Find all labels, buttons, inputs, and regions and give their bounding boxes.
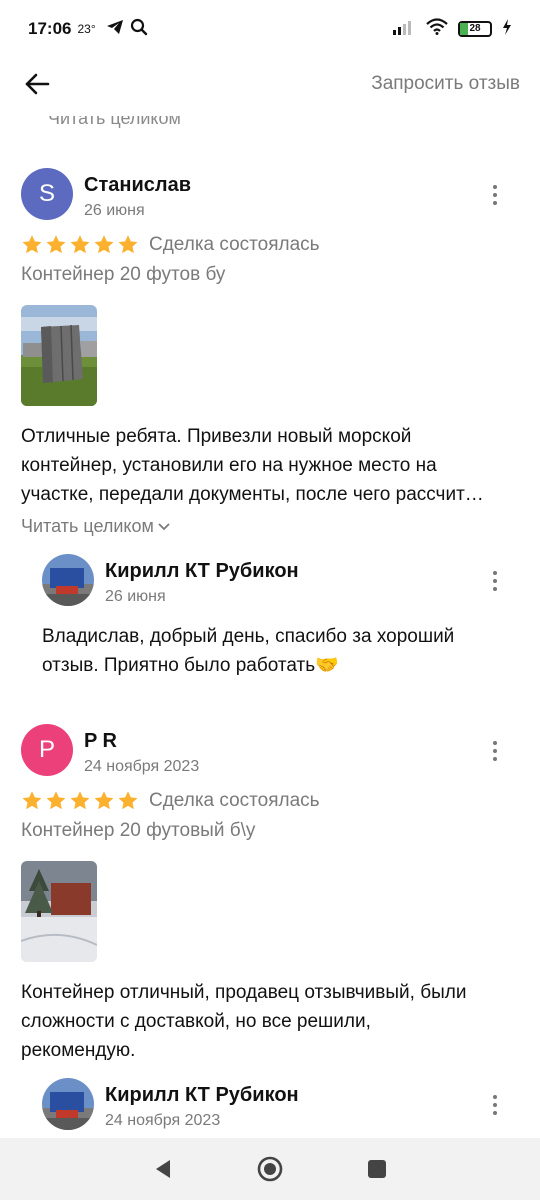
review-text-line: Отличные ребята. Привезли новый морской — [21, 426, 412, 447]
search-icon — [130, 18, 148, 41]
star-icon — [46, 235, 66, 254]
avatar[interactable]: S — [21, 168, 73, 220]
reply-author[interactable]: Кирилл КТ Рубикон — [105, 560, 299, 583]
star-icon — [70, 235, 90, 254]
avatar-letter: P — [38, 736, 55, 763]
reply-author[interactable]: Кирилл КТ Рубикон — [105, 1084, 299, 1107]
review-photo[interactable] — [21, 305, 97, 406]
read-more-link[interactable]: Читать целиком — [21, 516, 170, 537]
star-icon — [94, 235, 114, 254]
review-date: 26 июня — [84, 202, 145, 219]
star-icon — [22, 791, 42, 810]
review-text-line: участке, передали документы, после чего … — [21, 484, 484, 505]
star-rating — [21, 234, 139, 256]
status-right: 28 — [392, 18, 512, 40]
chevron-down-icon — [158, 522, 170, 530]
review-product: Контейнер 20 футов бу — [21, 264, 226, 285]
reviews-list[interactable]: Читать целиком S Станислав 26 июня Сделк… — [0, 110, 540, 1138]
charging-icon — [502, 18, 512, 40]
back-triangle-icon — [156, 1160, 171, 1178]
recents-square-icon — [367, 1160, 386, 1178]
reply-more-options-button[interactable] — [484, 568, 506, 594]
back-button[interactable] — [20, 67, 54, 101]
reply-text-line: Владислав, добрый день, спасибо за хорош… — [42, 626, 455, 647]
star-icon — [70, 791, 90, 810]
app-header: Запросить отзыв — [0, 58, 540, 110]
review-text-line: Контейнер отличный, продавец отзывчивый,… — [21, 982, 467, 1003]
rating-row: Сделка состоялась — [21, 790, 320, 812]
reply-avatar[interactable] — [42, 1078, 94, 1130]
review-text-line: рекомендую. — [21, 1040, 136, 1061]
reply-date: 24 ноября 2023 — [105, 1112, 221, 1129]
star-rating — [21, 790, 139, 812]
nav-recents-button[interactable] — [357, 1149, 397, 1189]
review-text-line: сложности с доставкой, но все решили, — [21, 1011, 371, 1032]
review-product: Контейнер 20 футовый б\у — [21, 820, 256, 841]
review-photo[interactable] — [21, 861, 97, 962]
home-circle-icon — [257, 1156, 283, 1182]
telegram-icon — [106, 19, 124, 40]
status-left: 17:06 23° — [28, 18, 148, 41]
star-icon — [94, 791, 114, 810]
arrow-left-icon — [25, 73, 50, 95]
rating-row: Сделка состоялась — [21, 234, 320, 256]
reply-text: Владислав, добрый день, спасибо за хорош… — [42, 622, 522, 680]
battery-level: 28 — [469, 23, 481, 34]
deal-status: Сделка состоялась — [149, 790, 320, 811]
nav-back-button[interactable] — [143, 1149, 183, 1189]
nav-home-button[interactable] — [250, 1149, 290, 1189]
reply-text-line: отзыв. Приятно было работать🤝 — [42, 655, 339, 676]
star-icon — [22, 235, 42, 254]
review-text: Контейнер отличный, продавец отзывчивый,… — [21, 978, 521, 1065]
previous-read-more-cut: Читать целиком — [48, 110, 181, 128]
status-time: 17:06 — [28, 19, 72, 38]
deal-status: Сделка состоялась — [149, 234, 320, 255]
reply-avatar[interactable] — [42, 554, 94, 606]
avatar[interactable]: P — [21, 724, 73, 776]
read-more-label: Читать целиком — [21, 516, 154, 536]
avatar-letter: S — [38, 180, 55, 207]
status-temp: 23° — [77, 22, 96, 36]
review-author[interactable]: P R — [84, 730, 117, 753]
more-options-button[interactable] — [484, 182, 506, 208]
system-nav-bar — [0, 1138, 540, 1200]
more-options-button[interactable] — [484, 738, 506, 764]
request-review-button[interactable]: Запросить отзыв — [371, 73, 520, 95]
star-icon — [46, 791, 66, 810]
signal-icon — [392, 19, 416, 40]
review-text-line: контейнер, установили его на нужное мест… — [21, 455, 437, 476]
review-date: 24 ноября 2023 — [84, 758, 200, 775]
battery-icon: 28 — [458, 21, 492, 37]
star-icon — [118, 791, 138, 810]
status-bar: 17:06 23° 28 — [0, 0, 540, 58]
star-icon — [118, 235, 138, 254]
review-text: Отличные ребята. Привезли новый морской … — [21, 422, 521, 509]
reply-more-options-button[interactable] — [484, 1092, 506, 1118]
review-author[interactable]: Станислав — [84, 174, 191, 197]
reply-date: 26 июня — [105, 588, 166, 605]
wifi-icon — [426, 18, 448, 40]
